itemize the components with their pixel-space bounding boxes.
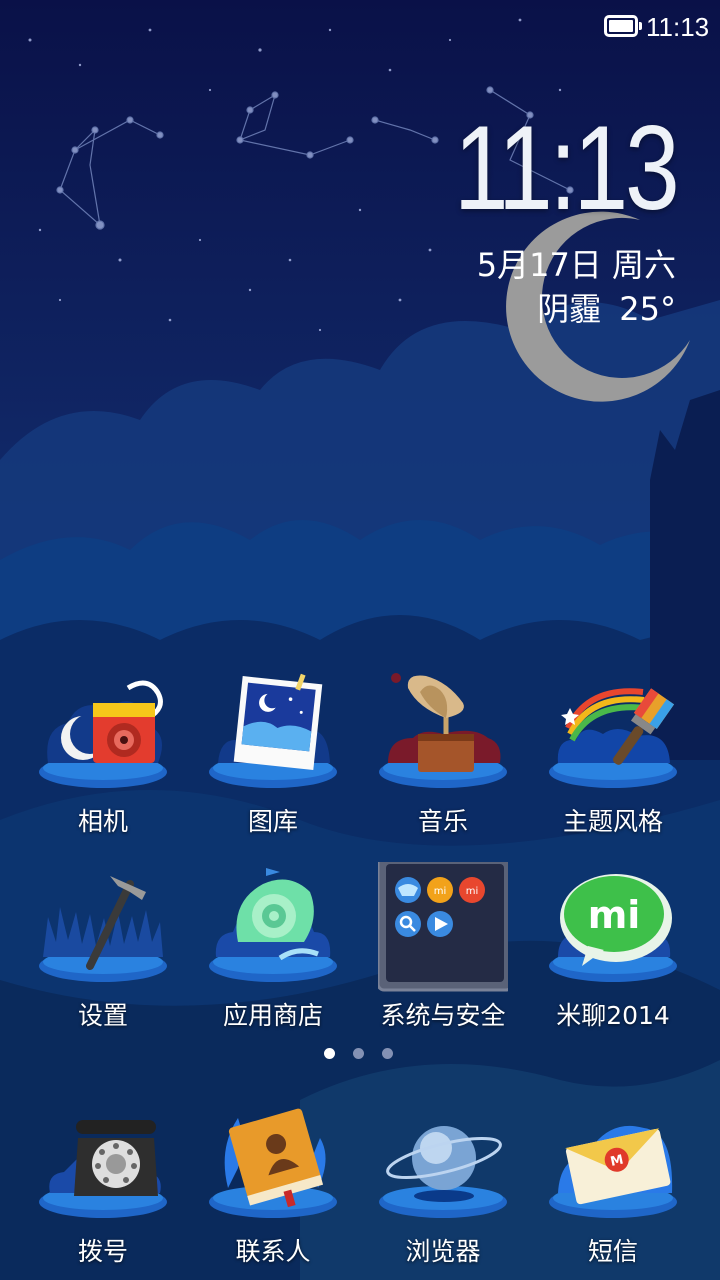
app-label: 主题风格 bbox=[562, 807, 663, 836]
miliao-icon: mi bbox=[549, 874, 677, 982]
miliao-badge-text: mi bbox=[588, 893, 641, 937]
dock-browser[interactable]: 浏览器 bbox=[358, 1098, 528, 1278]
folder-mi-letters-1: mi bbox=[434, 886, 447, 897]
app-label: 米聊2014 bbox=[556, 1001, 670, 1030]
app-label: 应用商店 bbox=[222, 1001, 323, 1030]
camera-icon bbox=[39, 680, 167, 788]
folder-mi-letters-2: mi bbox=[466, 886, 479, 897]
app-store-icon bbox=[209, 868, 337, 982]
app-label: 联系人 bbox=[235, 1237, 311, 1266]
temperature: 25° bbox=[619, 290, 676, 328]
weather-condition: 阴霾 bbox=[537, 290, 602, 328]
app-label: 设置 bbox=[77, 1001, 128, 1030]
app-miliao[interactable]: mi 米聊2014 bbox=[528, 862, 698, 1042]
page-dot[interactable] bbox=[353, 1048, 364, 1059]
app-label: 相机 bbox=[77, 807, 128, 836]
page-indicator[interactable] bbox=[318, 1048, 402, 1062]
phone-dialer-icon bbox=[39, 1120, 167, 1218]
dock-phone[interactable]: 拨号 bbox=[18, 1098, 188, 1278]
app-label: 浏览器 bbox=[405, 1237, 481, 1266]
app-camera[interactable]: 相机 bbox=[18, 668, 188, 848]
app-label: 系统与安全 bbox=[380, 1001, 506, 1030]
weather-widget[interactable]: 阴霾 25° bbox=[537, 284, 676, 330]
theme-brush-icon bbox=[549, 688, 677, 788]
contacts-book-icon bbox=[209, 1108, 337, 1218]
app-label: 音乐 bbox=[417, 807, 468, 836]
app-gallery[interactable]: 图库 bbox=[188, 668, 358, 848]
clock-widget-time[interactable]: 11:13 bbox=[453, 108, 679, 228]
dock-messages[interactable]: M 短信 bbox=[528, 1098, 698, 1278]
browser-globe-icon bbox=[379, 1126, 507, 1218]
app-settings[interactable]: 设置 bbox=[18, 862, 188, 1042]
system-security-folder-icon: mi mi bbox=[378, 862, 508, 992]
messages-envelope-icon: M bbox=[549, 1125, 677, 1218]
weekday-text: 周六 bbox=[611, 246, 676, 284]
clock-widget-date[interactable]: 5月17日 周六 bbox=[477, 240, 676, 286]
folder-system-security[interactable]: mi mi 系统与安全 bbox=[358, 862, 528, 1042]
battery-icon bbox=[604, 15, 642, 37]
settings-hammer-icon bbox=[39, 876, 167, 982]
page-dot[interactable] bbox=[382, 1048, 393, 1059]
gallery-icon bbox=[209, 673, 337, 788]
app-label: 短信 bbox=[587, 1237, 638, 1266]
app-label: 拨号 bbox=[77, 1237, 128, 1266]
app-themes[interactable]: 主题风格 bbox=[528, 668, 698, 848]
date-text: 5月17日 bbox=[476, 246, 602, 284]
music-gramophone-icon bbox=[379, 673, 507, 788]
status-bar: 11:13 bbox=[0, 0, 720, 54]
app-store[interactable]: 应用商店 bbox=[188, 862, 358, 1042]
dock-contacts[interactable]: 联系人 bbox=[188, 1098, 358, 1278]
app-music[interactable]: 音乐 bbox=[358, 668, 528, 848]
page-dot-active[interactable] bbox=[324, 1048, 335, 1059]
app-label: 图库 bbox=[247, 807, 298, 836]
status-time: 11:13 bbox=[646, 12, 710, 42]
